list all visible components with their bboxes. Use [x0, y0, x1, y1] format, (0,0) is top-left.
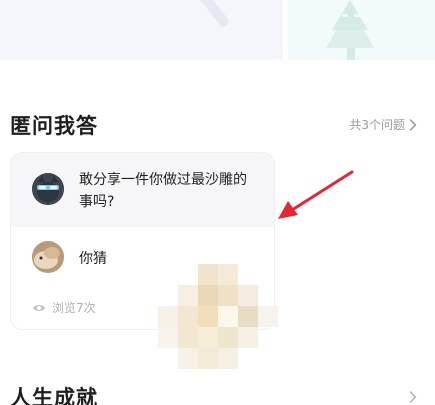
top-card-strip	[0, 0, 435, 60]
top-card-left[interactable]	[0, 0, 283, 60]
annotation-arrow	[278, 170, 354, 219]
chevron-right-icon[interactable]	[409, 388, 417, 405]
view-count-label: 浏览7次	[52, 301, 96, 315]
answerer-avatar	[32, 241, 64, 273]
all-questions-label: 共3个问题	[349, 118, 405, 132]
question-text: 敢分享一件你做过最沙雕的事吗?	[79, 172, 247, 210]
answer-text: 你猜	[79, 251, 107, 267]
chevron-right-icon	[409, 118, 417, 131]
hamster-avatar-icon	[32, 241, 64, 273]
decorative-stroke	[195, 0, 231, 29]
profile-page: 匿问我答 共3个问题 敢分享一件你做过最沙雕的事吗? 你猜 浏览7次 人生成就	[0, 0, 435, 405]
section-title-qa: 匿问我答	[10, 114, 98, 138]
view-count: 浏览7次	[32, 299, 96, 316]
cat-glasses-avatar-icon	[32, 173, 64, 205]
pixel-mosaic	[158, 264, 278, 369]
section-title-achievements: 人生成就	[10, 386, 98, 405]
top-card-right[interactable]	[288, 0, 435, 60]
eye-icon	[32, 303, 46, 313]
all-questions-link[interactable]: 共3个问题	[349, 116, 417, 133]
asker-avatar	[32, 173, 64, 205]
tree-icon	[326, 0, 374, 60]
